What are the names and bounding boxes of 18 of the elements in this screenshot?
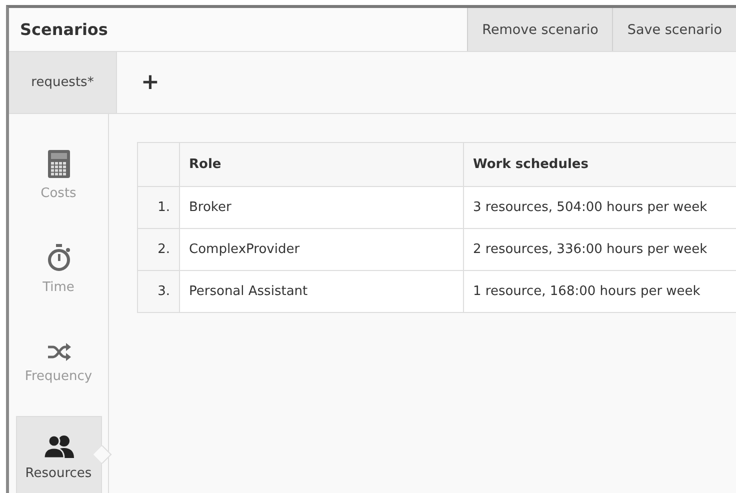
table-cell: Personal Assistant xyxy=(180,270,464,312)
people-icon xyxy=(44,434,74,458)
add-tab-button[interactable]: + xyxy=(137,70,164,95)
row-number: 1. xyxy=(138,186,180,228)
stopwatch-icon xyxy=(46,244,70,272)
table-cell: Broker xyxy=(180,186,464,228)
shuffle-icon xyxy=(46,342,70,360)
scenario-tab[interactable]: requests* xyxy=(9,52,117,113)
column-header: Work schedules xyxy=(464,142,736,186)
header-button[interactable]: Remove scenario xyxy=(467,8,612,51)
row-number: 3. xyxy=(138,270,180,312)
header-button[interactable]: Save scenario xyxy=(612,8,736,51)
sidebar-item[interactable]: Resources xyxy=(16,416,102,493)
row-number: 2. xyxy=(138,228,180,270)
calculator-icon xyxy=(48,150,70,178)
column-header: Role xyxy=(180,142,464,186)
panel-title: Scenarios xyxy=(20,20,108,39)
table-cell: ComplexProvider xyxy=(180,228,464,270)
